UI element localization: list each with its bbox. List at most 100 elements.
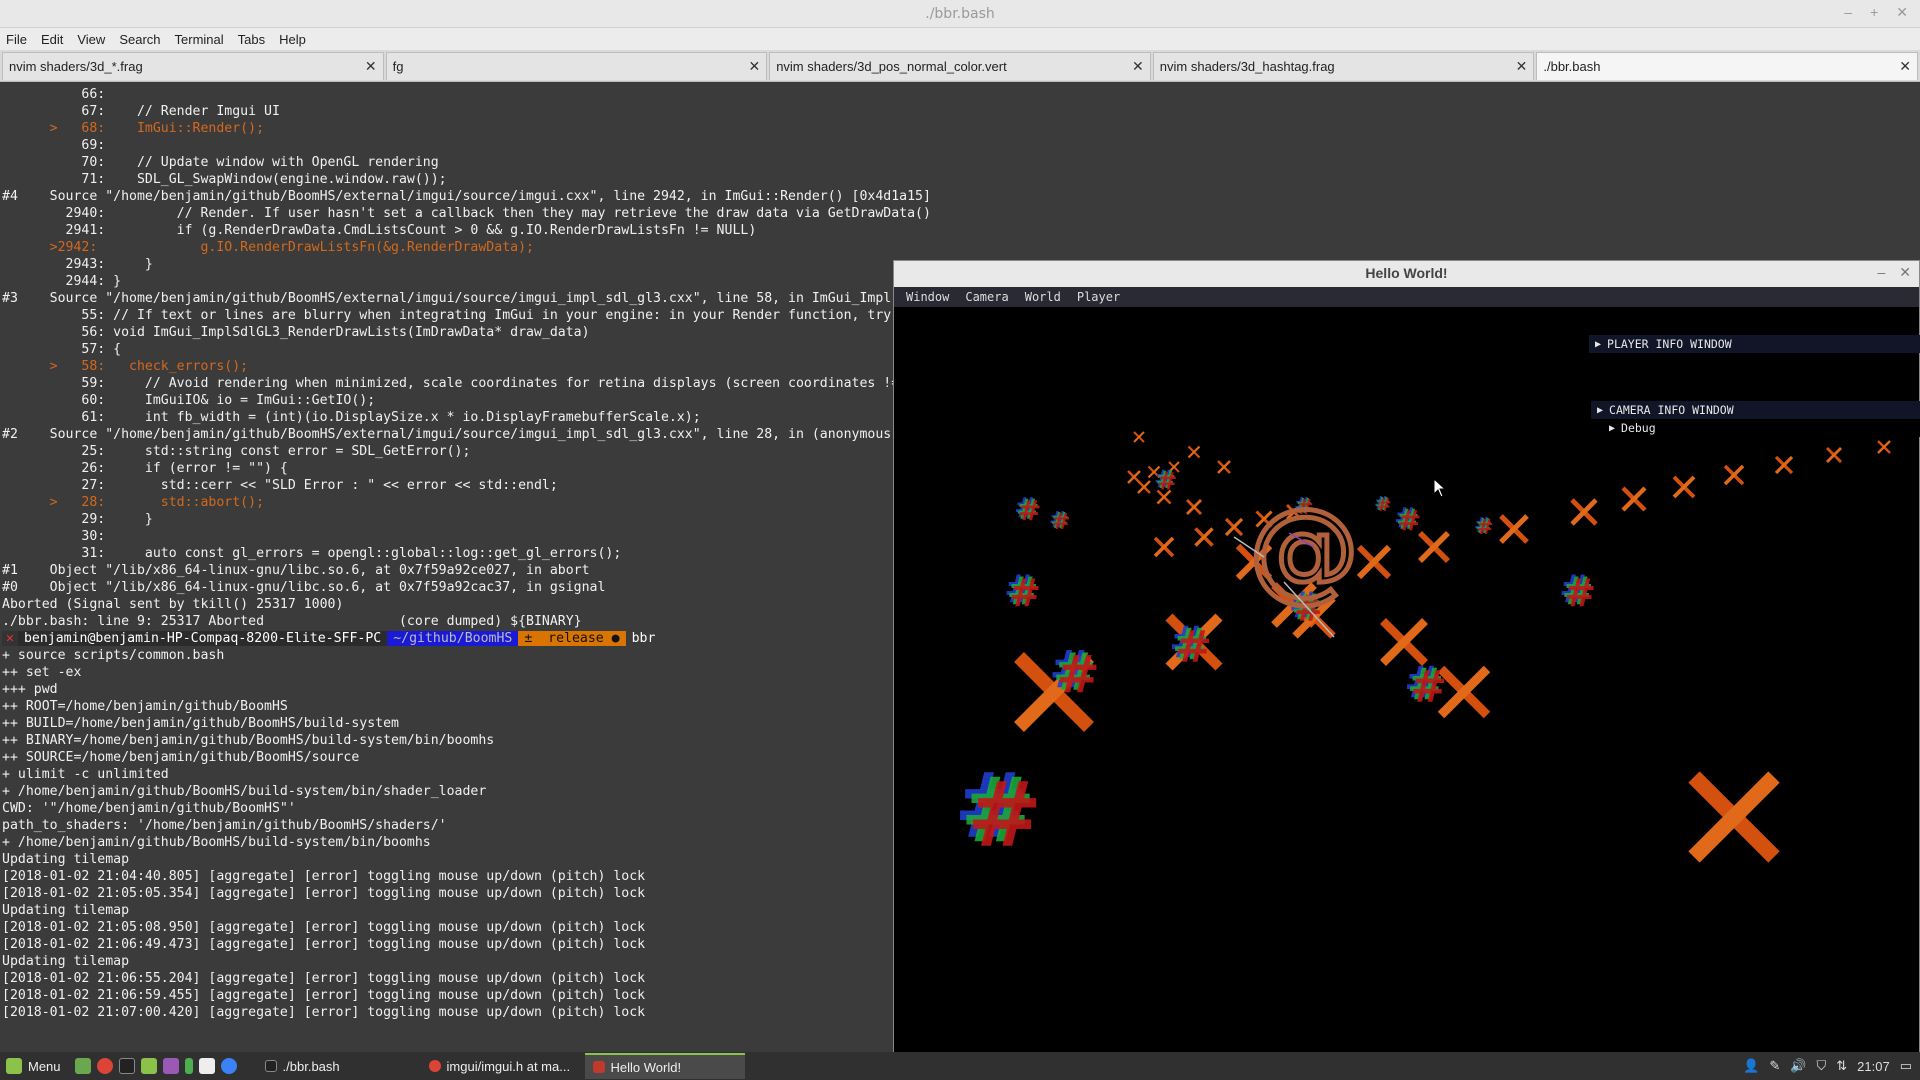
prompt-command: bbr — [631, 631, 656, 646]
terminal-line: 2940: // Render. If user hasn't set a ca… — [2, 206, 931, 221]
pen-icon[interactable]: ✎ — [1769, 1058, 1780, 1074]
terminal-line: 29: } — [2, 512, 153, 527]
hashtag-mesh: ### — [1374, 493, 1392, 516]
start-menu-label: Menu — [28, 1058, 61, 1074]
start-menu-button[interactable]: Menu — [0, 1052, 71, 1080]
terminal-line: #2 Source "/home/benjamin/github/BoomHS/… — [2, 427, 892, 442]
hashtag-mesh: ### — [1474, 513, 1494, 539]
menu-view[interactable]: View — [77, 32, 105, 47]
terminal-line: Aborted (Signal sent by tkill() 25317 10… — [2, 597, 344, 612]
debug-tree-node[interactable]: ▶ Debug — [1603, 419, 1920, 437]
task-bbr-bash[interactable]: ./bbr.bash — [257, 1053, 417, 1079]
volume-icon[interactable]: 🔊 — [1790, 1058, 1806, 1074]
menu-edit[interactable]: Edit — [41, 32, 63, 47]
terminal-line: CWD: '"/home/benjamin/github/BoomHS"' — [2, 801, 296, 816]
terminal-line: 2943: } — [2, 257, 153, 272]
settings-icon[interactable] — [220, 1058, 237, 1074]
terminal-line: 70: // Update window with OpenGL renderi… — [2, 155, 439, 170]
hashtag-mesh: ### — [1169, 617, 1212, 672]
terminal-line: 67: // Render Imgui UI — [2, 104, 280, 119]
caret-right-icon: ▶ — [1597, 404, 1604, 416]
chrome-icon[interactable] — [96, 1058, 113, 1074]
imgui-menu-player[interactable]: Player — [1077, 290, 1120, 304]
terminal-icon[interactable] — [118, 1058, 135, 1074]
hashtag-mesh: ### — [1049, 508, 1071, 535]
terminal-line: 57: { — [2, 342, 122, 357]
terminal-line: ++ set -ex — [2, 665, 82, 680]
close-icon[interactable]: ✕ — [1128, 58, 1144, 75]
menu-help[interactable]: Help — [279, 32, 306, 47]
user-icon[interactable]: 👤 — [1743, 1058, 1759, 1074]
tab-label: ./bbr.bash — [1543, 59, 1601, 74]
camera-info-window-header[interactable]: ▶ CAMERA INFO WINDOW — [1591, 401, 1920, 419]
svg-text:#: # — [1398, 504, 1421, 537]
network-icon[interactable]: ⇅ — [1836, 1058, 1847, 1074]
show-desktop-icon[interactable] — [74, 1058, 91, 1074]
app-window-icon — [592, 1061, 605, 1073]
terminal-line: 30: — [2, 529, 106, 544]
menu-terminal[interactable]: Terminal — [175, 32, 224, 47]
terminal-line: [2018-01-02 21:06:49.473] [aggregate] [e… — [2, 937, 646, 952]
caret-right-icon: ▶ — [1595, 338, 1602, 350]
terminal-line: [2018-01-02 21:06:59.455] [aggregate] [e… — [2, 988, 646, 1003]
tab-nvim-hashtag[interactable]: nvim shaders/3d_hashtag.frag ✕ — [1152, 52, 1535, 80]
maximize-icon[interactable]: + — [1870, 4, 1878, 21]
notifications-icon[interactable]: ▭ — [1900, 1058, 1912, 1074]
close-icon[interactable]: ✕ — [1899, 264, 1911, 281]
shield-icon[interactable]: ⛉ — [1816, 1058, 1826, 1074]
terminal-line: 2941: if (g.RenderDrawData.CmdListsCount… — [2, 223, 757, 238]
menu-search[interactable]: Search — [119, 32, 160, 47]
terminal-line: 71: SDL_GL_SwapWindow(engine.window.raw(… — [2, 172, 447, 187]
imgui-menu-window[interactable]: Window — [906, 290, 949, 304]
files-icon[interactable] — [140, 1058, 157, 1074]
terminal-line: >2942: g.IO.RenderDrawListsFn(&g.RenderD… — [2, 240, 534, 255]
minimize-icon[interactable]: – — [1844, 4, 1852, 21]
caret-right-icon: ▶ — [1609, 422, 1616, 434]
imgui-menu-world[interactable]: World — [1025, 290, 1061, 304]
close-icon[interactable]: ✕ — [1896, 4, 1908, 21]
prompt-path: ~/github/BoomHS — [387, 631, 519, 646]
terminal-titlebar: ./bbr.bash – + ✕ — [0, 0, 1920, 28]
hello-world-window[interactable]: Hello World! – ✕ Window Camera World Pla… — [893, 260, 1920, 1052]
svg-text:#: # — [1018, 494, 1041, 527]
terminal-line: Updating tilemap — [2, 903, 130, 918]
player-info-window-header[interactable]: ▶ PLAYER INFO WINDOW — [1589, 335, 1920, 353]
terminal-line: > 68: ImGui::Render(); — [2, 121, 265, 136]
editor-icon[interactable] — [198, 1058, 215, 1074]
terminal-line: #3 Source "/home/benjamin/github/BoomHS/… — [2, 291, 892, 306]
terminal-line: [2018-01-02 21:07:00.420] [aggregate] [e… — [2, 1005, 646, 1020]
hello-world-titlebar: Hello World! – ✕ — [894, 261, 1919, 287]
terminal-line: 2944: } — [2, 274, 122, 289]
debug-label: Debug — [1621, 421, 1656, 435]
camera-info-label: CAMERA INFO WINDOW — [1609, 403, 1734, 417]
menu-tabs[interactable]: Tabs — [238, 32, 265, 47]
hello-world-title: Hello World! — [1365, 265, 1448, 281]
tab-nvim-vert[interactable]: nvim shaders/3d_pos_normal_color.vert ✕ — [769, 52, 1151, 80]
battery-icon[interactable] — [184, 1058, 193, 1074]
task-imgui-browser[interactable]: imgui/imgui.h at ma... — [421, 1053, 581, 1079]
close-icon[interactable]: ✕ — [1895, 58, 1911, 75]
hashtag-mesh: ### — [1049, 640, 1100, 705]
menu-file[interactable]: File — [6, 32, 27, 47]
tab-nvim-frag[interactable]: nvim shaders/3d_*.frag ✕ — [2, 52, 384, 80]
tab-bbr-bash[interactable]: ./bbr.bash ✕ — [1536, 52, 1918, 80]
close-icon[interactable]: ✕ — [1512, 58, 1528, 75]
terminal-line: > 58: check_errors(); — [2, 359, 249, 374]
hashtag-mesh: ### — [1404, 657, 1447, 712]
close-icon[interactable]: ✕ — [744, 58, 760, 75]
task-hello-world[interactable]: Hello World! — [584, 1053, 745, 1079]
app-icon[interactable] — [162, 1058, 179, 1074]
tab-label: nvim shaders/3d_hashtag.frag — [1159, 59, 1335, 74]
terminal-line: 61: int fb_width = (int)(io.DisplaySize.… — [2, 410, 701, 425]
terminal-line: path_to_shaders: '/home/benjamin/github/… — [2, 818, 447, 833]
tab-fg[interactable]: fg ✕ — [385, 52, 768, 80]
terminal-line: ++ ROOT=/home/benjamin/github/BoomHS — [2, 699, 288, 714]
quick-launch — [71, 1058, 237, 1074]
imgui-menu-camera[interactable]: Camera — [965, 290, 1008, 304]
clock[interactable]: 21:07 — [1857, 1059, 1890, 1074]
svg-text:#: # — [1564, 571, 1596, 615]
terminal-line: #4 Source "/home/benjamin/github/BoomHS/… — [2, 189, 931, 204]
minimize-icon[interactable]: – — [1877, 264, 1885, 281]
shell-prompt: ✕ benjamin@benjamin-HP-Compaq-8200-Elite-… — [2, 630, 931, 647]
close-icon[interactable]: ✕ — [361, 58, 377, 75]
